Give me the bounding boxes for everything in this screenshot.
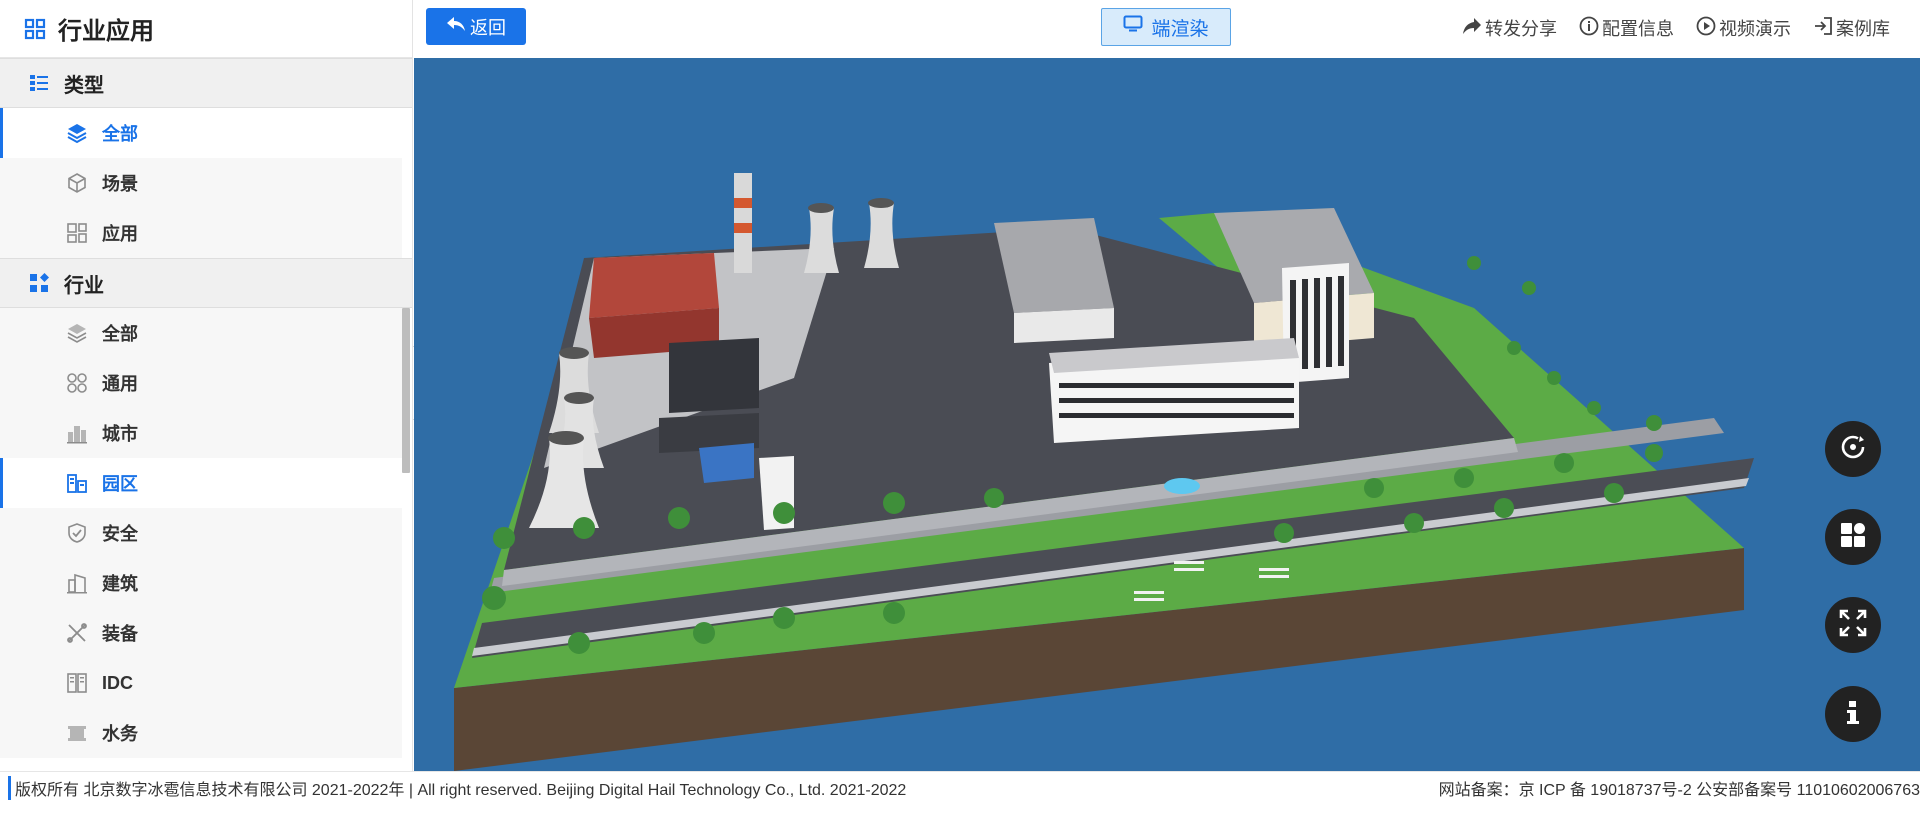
building-icon xyxy=(66,572,88,594)
sidebar-item-water[interactable]: 水务 xyxy=(0,708,402,758)
water-icon xyxy=(66,722,88,744)
share-button[interactable]: 转发分享 xyxy=(1462,15,1557,41)
list-icon xyxy=(28,72,50,94)
monitor-icon xyxy=(1123,15,1151,39)
footer-copyright: 版权所有 北京数字冰雹信息技术有限公司 2021-2022年 | All rig… xyxy=(8,776,906,800)
sidebar-section-label: 类型 xyxy=(64,74,104,97)
sidebar-item-label: 装备 xyxy=(102,624,138,644)
back-arrow-icon xyxy=(446,16,470,37)
info-circle-icon xyxy=(1579,16,1602,41)
grid-icon xyxy=(66,222,88,244)
sidebar-item-label: 全部 xyxy=(102,124,138,144)
sidebar: 行业应用 类型 全部 场景 应用 行业 全部 通用 城市 园区 安全 建筑 装备… xyxy=(0,0,413,771)
park-icon xyxy=(66,472,88,494)
info-icon xyxy=(1839,697,1867,732)
sidebar-item-label: 应用 xyxy=(102,224,138,244)
scene-info-button[interactable] xyxy=(1825,686,1881,742)
server-icon xyxy=(66,672,88,694)
render-mode-label: 端渲染 xyxy=(1151,18,1209,40)
shield-icon xyxy=(66,522,88,544)
footer: 版权所有 北京数字冰雹信息技术有限公司 2021-2022年 | All rig… xyxy=(0,771,1920,821)
sidebar-item-label: 场景 xyxy=(102,174,138,194)
sidebar-title: 行业应用 xyxy=(58,18,154,45)
layout-icon xyxy=(1839,521,1867,554)
config-info-button[interactable]: 配置信息 xyxy=(1579,15,1674,41)
layers-icon xyxy=(66,122,88,144)
case-library-label: 案例库 xyxy=(1836,19,1890,39)
sidebar-item-label: 安全 xyxy=(102,524,138,544)
fullscreen-icon xyxy=(1838,608,1868,643)
cube-icon xyxy=(66,172,88,194)
video-demo-label: 视频演示 xyxy=(1719,19,1791,39)
back-button[interactable]: 返回 xyxy=(426,8,526,45)
sidebar-item-label: IDC xyxy=(102,672,133,693)
layers-icon xyxy=(66,322,88,344)
rotate-icon xyxy=(1838,432,1868,467)
sidebar-section-label: 行业 xyxy=(64,274,104,297)
sidebar-header: 行业应用 xyxy=(0,0,412,58)
video-demo-button[interactable]: 视频演示 xyxy=(1696,15,1791,41)
back-button-label: 返回 xyxy=(470,17,506,38)
apps-grid-icon xyxy=(24,18,46,40)
sidebar-item-idc[interactable]: IDC xyxy=(0,658,402,708)
sidebar-item-label: 水务 xyxy=(102,724,138,744)
sidebar-item-city[interactable]: 城市 xyxy=(0,408,402,458)
sidebar-item-label: 城市 xyxy=(102,424,138,444)
sidebar-item-security[interactable]: 安全 xyxy=(0,508,402,558)
sidebar-item-label: 建筑 xyxy=(102,574,138,594)
industrial-park-scene xyxy=(454,173,1754,771)
circles-icon xyxy=(66,372,88,394)
apps-icon xyxy=(28,272,50,294)
render-mode-button[interactable]: 端渲染 xyxy=(1101,8,1231,46)
fullscreen-button[interactable] xyxy=(1825,597,1881,653)
sidebar-section-type[interactable]: 类型 xyxy=(0,58,412,108)
sidebar-item-type-all[interactable]: 全部 xyxy=(0,108,402,158)
tools-icon xyxy=(66,622,88,644)
sidebar-item-general[interactable]: 通用 xyxy=(0,358,402,408)
city-icon xyxy=(66,422,88,444)
sidebar-item-scene[interactable]: 场景 xyxy=(0,158,402,208)
footer-icp[interactable]: 网站备案：京 ICP 备 19018737号-2 公安部备案号 11010602… xyxy=(1439,776,1920,800)
play-circle-icon xyxy=(1696,16,1719,41)
login-icon xyxy=(1813,16,1836,41)
rotate-view-button[interactable] xyxy=(1825,421,1881,477)
sidebar-item-industry-all[interactable]: 全部 xyxy=(0,308,402,358)
sidebar-item-building[interactable]: 建筑 xyxy=(0,558,402,608)
share-label: 转发分享 xyxy=(1485,19,1557,39)
share-icon xyxy=(1462,17,1485,40)
sidebar-item-park[interactable]: 园区 xyxy=(0,458,402,508)
config-info-label: 配置信息 xyxy=(1602,19,1674,39)
layout-view-button[interactable] xyxy=(1825,509,1881,565)
sidebar-item-label: 园区 xyxy=(102,474,138,494)
case-library-button[interactable]: 案例库 xyxy=(1813,15,1890,41)
sidebar-item-equipment[interactable]: 装备 xyxy=(0,608,402,658)
sidebar-scrollbar[interactable] xyxy=(402,308,410,473)
top-actions: 转发分享 配置信息 视频演示 案例库 xyxy=(1462,0,1890,56)
3d-viewport[interactable] xyxy=(414,58,1920,771)
sidebar-item-app[interactable]: 应用 xyxy=(0,208,402,258)
top-bar: 返回 端渲染 转发分享 配置信息 视频演示 案例库 xyxy=(414,0,1920,58)
sidebar-item-label: 全部 xyxy=(102,324,138,344)
sidebar-section-industry[interactable]: 行业 xyxy=(0,258,412,308)
sidebar-item-label: 通用 xyxy=(102,374,138,394)
